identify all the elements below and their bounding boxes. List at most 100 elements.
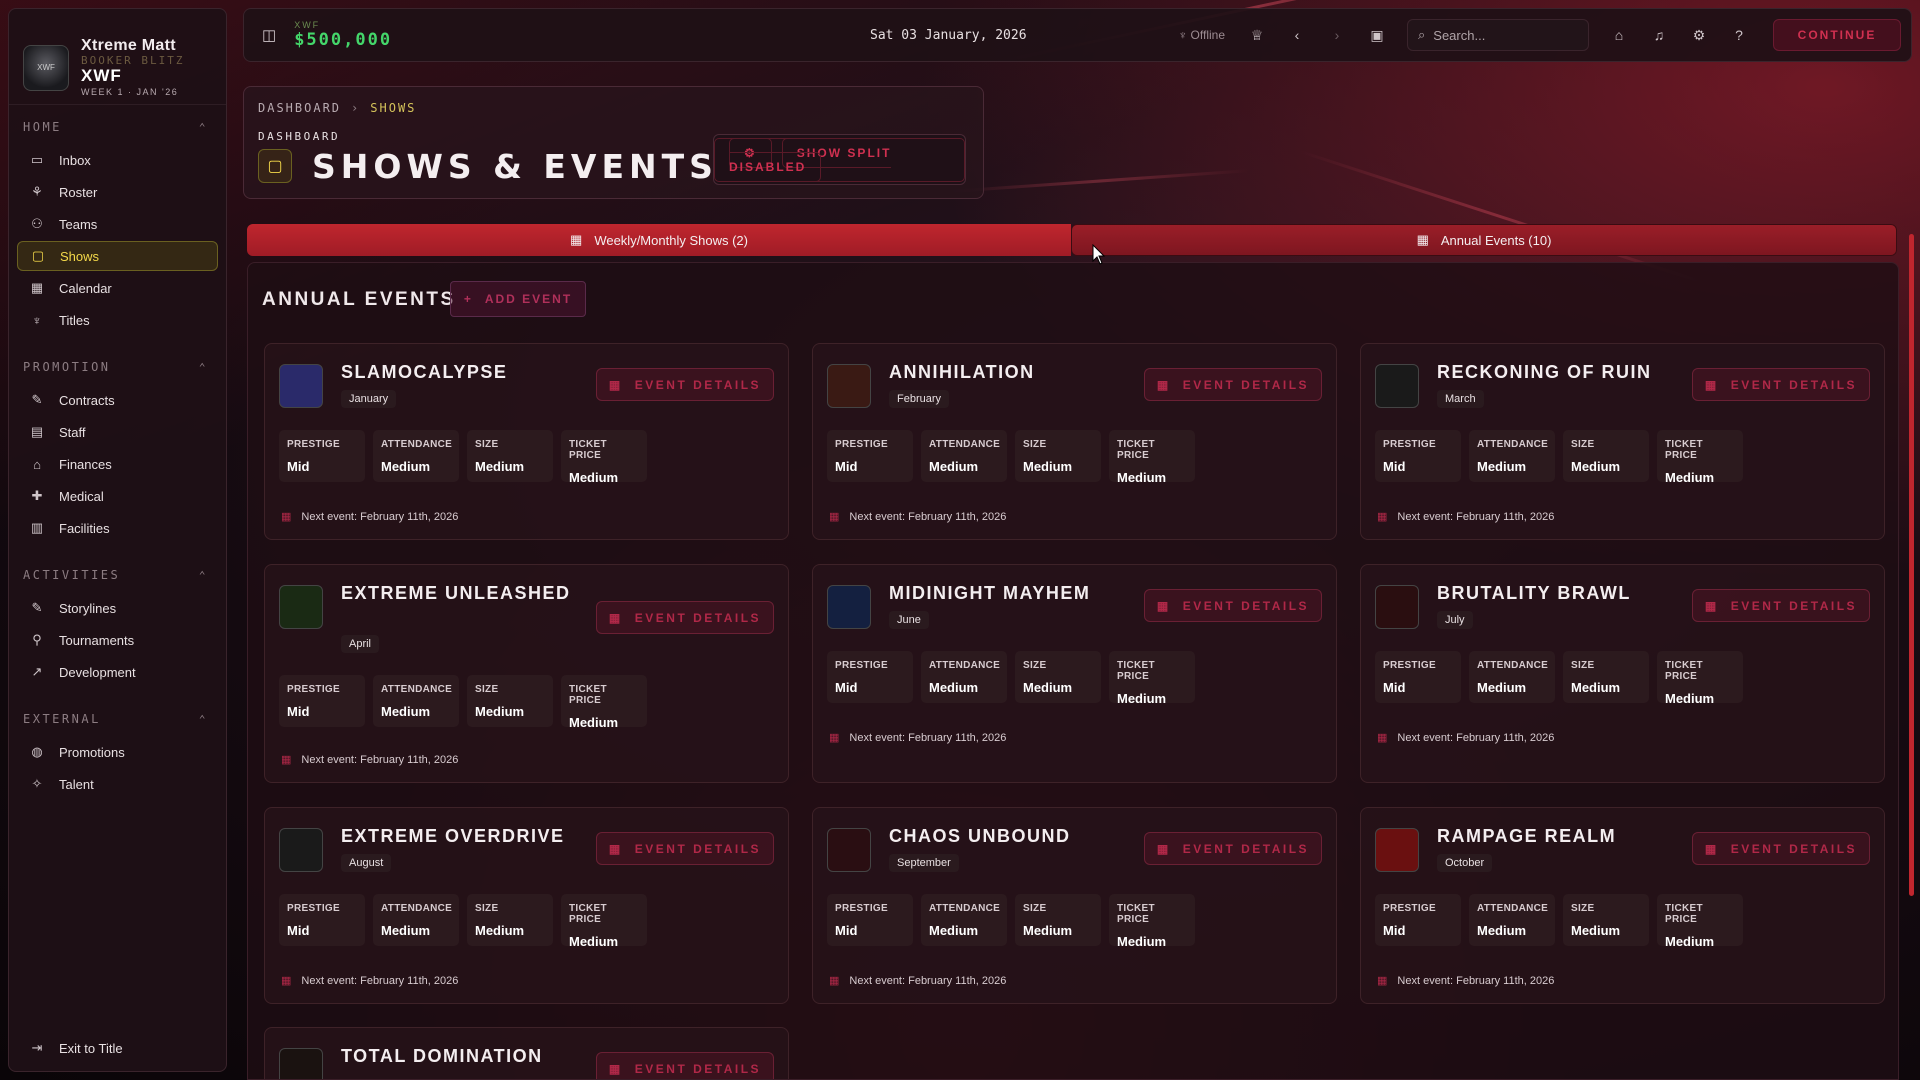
globe-icon: ◍ (31, 744, 43, 759)
next-event: ▦ Next event: February 11th, 2026 (1377, 510, 1554, 523)
sidebar-item-roster[interactable]: ⚘ Roster (17, 177, 218, 207)
sidebar: XWF Xtreme Matt BOOKER BLITZ XWF WEEK 1 … (8, 8, 227, 1072)
talent-icon: ✧ (31, 776, 43, 791)
event-logo (279, 585, 323, 629)
event-details-button[interactable]: ▦ EVENT DETAILS (1692, 832, 1870, 865)
event-card: EXTREME UNLEASHED ▦ EVENT DETAILS April PRES… (264, 564, 789, 783)
stat-label: ATTENDANCE (1477, 439, 1549, 450)
stat-size: SIZE Medium (467, 675, 553, 727)
event-logo (1375, 364, 1419, 408)
tab-weekly-monthly[interactable]: ▦ Weekly/Monthly Shows (2) (247, 224, 1071, 256)
annual-events-title: ANNUAL EVENTS (262, 289, 456, 310)
stat-value: Medium (475, 704, 525, 719)
stat-attendance: ATTENDANCE Medium (373, 430, 459, 482)
sidebar-item-shows[interactable]: ▢ Shows (17, 241, 218, 271)
mouse-cursor-icon (1092, 244, 1106, 265)
event-details-button[interactable]: ▦ EVENT DETAILS (596, 1052, 774, 1079)
sidebar-item-teams[interactable]: ⚇ Teams (17, 209, 218, 239)
sidebar-item-contracts[interactable]: ✎ Contracts (17, 385, 218, 415)
section-title: HOME (23, 120, 62, 134)
stat-value: Medium (475, 923, 525, 938)
chevron-right-icon[interactable]: › (1317, 27, 1357, 43)
event-details-button[interactable]: ▦ EVENT DETAILS (1692, 589, 1870, 622)
next-event: ▦ Next event: February 11th, 2026 (829, 510, 1006, 523)
section-header-activities[interactable]: ACTIVITIES ⌃ (9, 565, 226, 585)
trophy-icon[interactable]: ♕ (1237, 27, 1277, 44)
breadcrumb-dashboard[interactable]: DASHBOARD (258, 101, 341, 115)
sidebar-item-calendar[interactable]: ▦ Calendar (17, 273, 218, 303)
exit-to-title-button[interactable]: ⇥ Exit to Title (17, 1033, 217, 1063)
event-details-button[interactable]: ▦ EVENT DETAILS (1692, 368, 1870, 401)
sidebar-item-staff[interactable]: ▤ Staff (17, 417, 218, 447)
event-details-label: EVENT DETAILS (1182, 598, 1310, 613)
sidebar-item-storylines[interactable]: ✎ Storylines (17, 593, 218, 623)
continue-button[interactable]: CONTINUE (1773, 19, 1901, 51)
event-details-button[interactable]: ▦ EVENT DETAILS (596, 368, 774, 401)
offline-icon: ♆ (1178, 28, 1188, 42)
help-icon[interactable]: ? (1719, 27, 1759, 43)
calendar-icon: ▦ (1156, 598, 1171, 613)
sidebar-item-promotions[interactable]: ◍ Promotions (17, 737, 218, 767)
sidebar-item-medical[interactable]: ✚ Medical (17, 481, 218, 511)
section-title: EXTERNAL (23, 712, 101, 726)
stat-ticket: TICKET PRICE Medium (561, 675, 647, 730)
stat-value: Medium (1477, 459, 1527, 474)
search-input[interactable]: ⌕ Search... (1407, 19, 1589, 51)
event-details-button[interactable]: ▦ EVENT DETAILS (1144, 832, 1322, 865)
stat-label: PRESTIGE (1383, 660, 1436, 671)
event-card: SLAMOCALYPSE ▦ EVENT DETAILS January PRESTIG… (264, 343, 789, 540)
sidebar-item-talent[interactable]: ✧ Talent (17, 769, 218, 799)
bell-icon[interactable]: ♫ (1639, 27, 1679, 43)
sidebar-item-facilities[interactable]: ▥ Facilities (17, 513, 218, 543)
gear-icon[interactable]: ⚙ (1679, 27, 1719, 44)
chevron-up-icon: ⌃ (198, 360, 208, 374)
annual-events-panel: ANNUAL EVENTS + ADD EVENT SLAMOCALYPSE ▦ EV… (247, 262, 1899, 1080)
section-header-external[interactable]: EXTERNAL ⌃ (9, 709, 226, 729)
event-details-button[interactable]: ▦ EVENT DETAILS (1144, 368, 1322, 401)
stat-value: Medium (1571, 680, 1621, 695)
nav-section: ACTIVITIES ⌃ ✎ Storylines ⚲ Tournaments ↗ Devel… (9, 565, 226, 687)
money-balance: $500,000 (294, 30, 393, 50)
event-logo (1375, 828, 1419, 872)
stat-value: Medium (569, 715, 619, 730)
sidebar-item-titles[interactable]: ♆ Titles (17, 305, 218, 335)
event-details-label: EVENT DETAILS (634, 841, 762, 856)
stat-size: SIZE Medium (1015, 894, 1101, 946)
stat-value: Medium (1571, 923, 1621, 938)
sidebar-item-label: Calendar (59, 280, 112, 296)
sidebar-item-inbox[interactable]: ▭ Inbox (17, 145, 218, 175)
event-card: CHAOS UNBOUND ▦ EVENT DETAILS September PRES… (812, 807, 1337, 1004)
event-logo (279, 828, 323, 872)
calendar-icon: ▦ (1377, 511, 1388, 523)
section-header-promotion[interactable]: PROMOTION ⌃ (9, 357, 226, 377)
event-details-label: EVENT DETAILS (634, 377, 762, 392)
add-event-button[interactable]: + ADD EVENT (450, 281, 586, 317)
tab-annual-events[interactable]: ▦ Annual Events (10) (1071, 224, 1897, 256)
sidebar-item-finances[interactable]: ⌂ Finances (17, 449, 218, 479)
save-icon[interactable]: ▣ (1357, 27, 1397, 44)
stat-label: SIZE (475, 684, 499, 695)
show-split-toggle[interactable]: ⚙ SHOW SPLIT DISABLED (713, 134, 966, 185)
calendar-icon: ▦ (1704, 377, 1719, 392)
stat-ticket: TICKET PRICE Medium (1109, 894, 1195, 949)
next-event: ▦ Next event: February 11th, 2026 (281, 510, 458, 523)
event-details-button[interactable]: ▦ EVENT DETAILS (596, 832, 774, 865)
chevron-left-icon[interactable]: ‹ (1277, 27, 1317, 43)
home-icon[interactable]: ⌂ (1599, 27, 1639, 43)
sidebar-item-tournaments[interactable]: ⚲ Tournaments (17, 625, 218, 655)
section-header-home[interactable]: HOME ⌃ (9, 117, 226, 137)
scrollbar[interactable] (1909, 234, 1914, 896)
stat-label: SIZE (1571, 439, 1595, 450)
sidebar-toggle-icon[interactable]: ◫ (262, 26, 276, 44)
event-details-button[interactable]: ▦ EVENT DETAILS (1144, 589, 1322, 622)
stat-label: PRESTIGE (287, 439, 340, 450)
sidebar-item-label: Medical (59, 488, 104, 504)
stat-attendance: ATTENDANCE Medium (921, 651, 1007, 703)
event-name: EXTREME UNLEASHED (341, 583, 571, 603)
sidebar-item-development[interactable]: ↗ Development (17, 657, 218, 687)
stat-prestige: PRESTIGE Mid (279, 430, 365, 482)
calendar-icon: ▦ (608, 610, 623, 625)
event-details-button[interactable]: ▦ EVENT DETAILS (596, 601, 774, 634)
event-card: EXTREME OVERDRIVE ▦ EVENT DETAILS August PRE… (264, 807, 789, 1004)
tv-icon: ▢ (258, 149, 292, 183)
